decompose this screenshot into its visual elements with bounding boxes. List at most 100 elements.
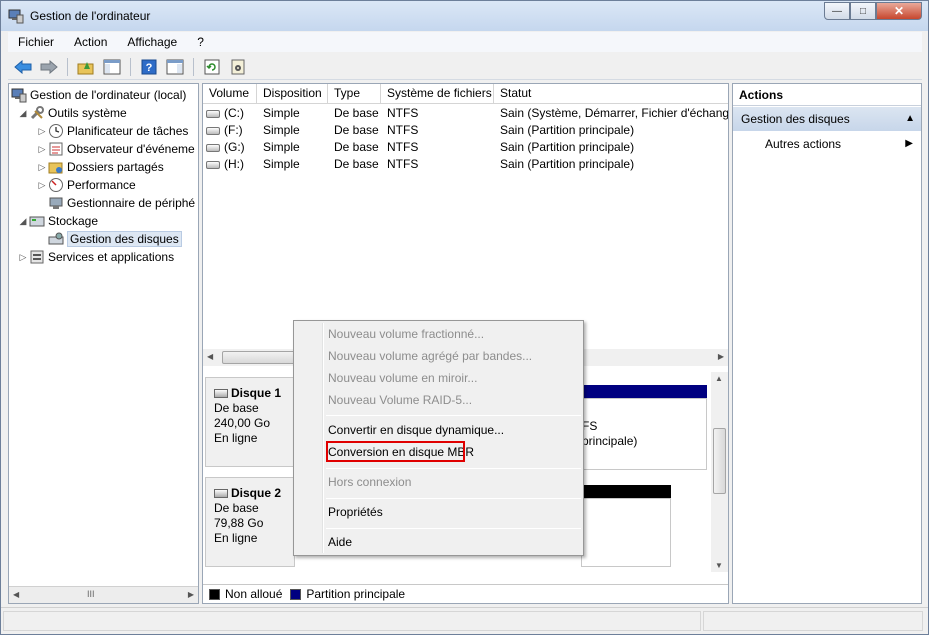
status-cell: Sain (Partition principale): [500, 123, 635, 137]
table-row[interactable]: (H:) Simple De base NTFS Sain (Partition…: [203, 156, 728, 173]
disk-2-info[interactable]: Disque 2 De base 79,88 Go En ligne: [205, 477, 295, 567]
scroll-right-icon[interactable]: ▶: [718, 352, 724, 361]
menu-item-new-spanned-volume[interactable]: Nouveau volume fractionné...: [328, 324, 484, 344]
expand-arrow-icon[interactable]: ▷: [36, 162, 48, 173]
menu-item-convert-dynamic[interactable]: Convertir en disque dynamique...: [328, 420, 504, 440]
tree-item-performance[interactable]: ▷ Performance: [36, 176, 136, 194]
menu-affichage[interactable]: Affichage: [117, 35, 187, 49]
type-cell: De base: [334, 123, 379, 137]
tree-item-observateur[interactable]: ▷ Observateur d'événeme: [36, 140, 195, 158]
status-cell: Sain (Partition principale): [500, 140, 635, 154]
properties-icon[interactable]: [227, 56, 249, 78]
maximize-button[interactable]: □: [850, 2, 876, 20]
scroll-up-icon[interactable]: ▲: [715, 374, 723, 383]
menu-item-properties[interactable]: Propriétés: [328, 502, 383, 522]
filesystem-cell: NTFS: [387, 123, 419, 137]
menu-help[interactable]: ?: [187, 35, 214, 49]
tree-item-gestion-disques[interactable]: Gestion des disques: [48, 230, 182, 248]
scroll-left-icon[interactable]: ◀: [13, 590, 19, 599]
tree-item-services-applications[interactable]: ▷ Services et applications: [17, 248, 175, 266]
tree-label: Observateur d'événeme: [67, 142, 195, 156]
show-hide-tree-icon[interactable]: [101, 56, 123, 78]
performance-icon: [48, 177, 64, 193]
show-hide-action-pane-icon[interactable]: [164, 56, 186, 78]
menu-item-new-mirrored-volume[interactable]: Nouveau volume en miroir...: [328, 368, 477, 388]
tree-item-planificateur[interactable]: ▷ Planificateur de tâches: [36, 122, 188, 140]
toolbar-separator: [193, 57, 194, 76]
table-row[interactable]: (F:) Simple De base NTFS Sain (Partition…: [203, 122, 728, 139]
expand-arrow-icon[interactable]: ▷: [36, 144, 48, 155]
column-disposition[interactable]: Disposition: [257, 84, 328, 104]
column-volume[interactable]: Volume: [203, 84, 257, 104]
submenu-arrow-icon: ▶: [905, 138, 913, 149]
scroll-right-icon[interactable]: ▶: [188, 590, 194, 599]
tree-item-dossiers-partages[interactable]: ▷ Dossiers partagés: [36, 158, 164, 176]
computer-icon: [11, 87, 27, 103]
disk-1-info[interactable]: Disque 1 De base 240,00 Go En ligne: [205, 377, 295, 467]
collapse-arrow-icon[interactable]: ◢: [17, 216, 29, 227]
disk-name: Disque 2: [231, 486, 282, 500]
menu-action[interactable]: Action: [64, 35, 117, 49]
expand-arrow-icon[interactable]: ▷: [17, 252, 29, 263]
disk-view-vertical-scrollbar[interactable]: ▲ ▼: [711, 372, 728, 572]
tree-label: Services et applications: [48, 250, 175, 264]
menu-item-help[interactable]: Aide: [328, 532, 352, 552]
collapse-arrow-icon[interactable]: ◢: [17, 108, 29, 119]
expand-arrow-icon[interactable]: ▷: [36, 180, 48, 191]
minimize-button[interactable]: —: [824, 2, 850, 20]
tree-item-gestionnaire-peripheriques[interactable]: Gestionnaire de périphé: [48, 194, 195, 212]
scroll-thumb[interactable]: [713, 428, 726, 494]
tree-label: Dossiers partagés: [67, 160, 164, 174]
status-cell: Sain (Partition principale): [500, 157, 635, 171]
more-actions-label: Autres actions: [765, 137, 842, 151]
close-button[interactable]: ✕: [876, 2, 922, 20]
table-row[interactable]: (G:) Simple De base NTFS Sain (Partition…: [203, 139, 728, 156]
back-icon[interactable]: [12, 56, 34, 78]
filesystem-cell: NTFS: [387, 157, 419, 171]
expand-arrow-icon[interactable]: ▷: [36, 126, 48, 137]
title-bar: Gestion de l'ordinateur — □ ✕: [1, 1, 928, 31]
tools-icon: [29, 105, 45, 121]
disk-state: En ligne: [214, 531, 258, 545]
partition-bar-primary: [581, 385, 707, 398]
column-type[interactable]: Type: [328, 84, 381, 104]
tree-item-stockage[interactable]: ◢ Stockage: [17, 212, 99, 230]
up-folder-icon[interactable]: [75, 56, 97, 78]
forward-icon[interactable]: [38, 56, 60, 78]
collapse-triangle-icon[interactable]: ▲: [905, 107, 915, 131]
menu-item-new-striped-volume[interactable]: Nouveau volume agrégé par bandes...: [328, 346, 532, 366]
status-cell: [703, 611, 923, 631]
column-statut[interactable]: Statut: [494, 84, 728, 104]
disk-context-menu: Nouveau volume fractionné... Nouveau vol…: [293, 320, 584, 556]
refresh-icon[interactable]: [201, 56, 223, 78]
table-row[interactable]: (C:) Simple De base NTFS Sain (Système, …: [203, 105, 728, 122]
tree-item-outils-systeme[interactable]: ◢ Outils système: [17, 104, 127, 122]
menu-fichier[interactable]: Fichier: [8, 35, 64, 49]
actions-section-gestion-disques[interactable]: Gestion des disques ▲: [733, 107, 921, 131]
scroll-down-icon[interactable]: ▼: [715, 561, 723, 570]
disk-icon: [214, 389, 228, 398]
toolbar: ?: [8, 54, 922, 80]
menu-item-offline[interactable]: Hors connexion: [328, 472, 411, 492]
menu-item-new-raid5-volume[interactable]: Nouveau Volume RAID-5...: [328, 390, 472, 410]
column-filesystem[interactable]: Système de fichiers: [381, 84, 494, 104]
menu-separator: [326, 528, 581, 529]
clock-icon: [48, 123, 64, 139]
tree-item-root[interactable]: Gestion de l'ordinateur (local): [11, 86, 186, 104]
volume-cell: (C:): [224, 106, 244, 120]
scroll-left-icon[interactable]: ◀: [207, 352, 213, 361]
scroll-thumb[interactable]: [222, 351, 302, 364]
more-actions[interactable]: Autres actions ▶: [733, 134, 921, 154]
type-cell: De base: [334, 157, 379, 171]
scroll-thumb[interactable]: III: [87, 589, 95, 599]
tree-label: Gestion de l'ordinateur (local): [30, 88, 187, 102]
disk-1-partition[interactable]: FS principale): [581, 398, 707, 470]
disk-2-unallocated[interactable]: [581, 498, 671, 567]
tree-horizontal-scrollbar[interactable]: ◀ III ▶: [9, 586, 198, 603]
disk-state: En ligne: [214, 431, 258, 445]
section-label: Gestion des disques: [741, 112, 850, 126]
disposition-cell: Simple: [263, 157, 300, 171]
help-icon[interactable]: ?: [138, 56, 160, 78]
drive-icon: [206, 161, 220, 169]
partition-filesystem: FS: [582, 419, 598, 433]
